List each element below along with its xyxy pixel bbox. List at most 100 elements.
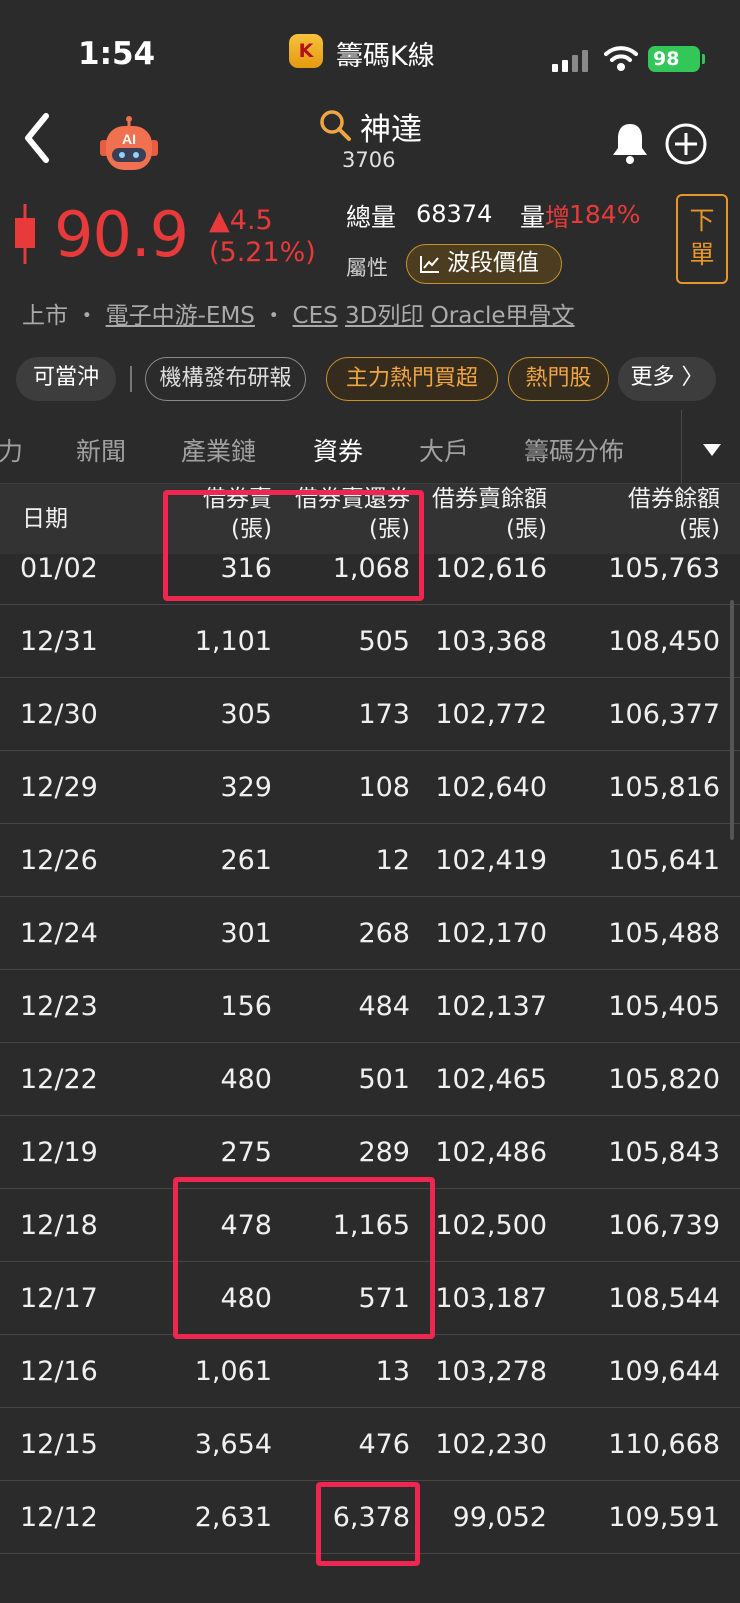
table-row[interactable]: 12/23 156 484 102,137 105,405 [0, 970, 740, 1043]
price-change: ▲4.5 (5.21%) [209, 205, 316, 269]
chip-main-force-buy[interactable]: 主力熱門買超 [326, 357, 498, 401]
volume-inc-word: 增 [545, 203, 571, 232]
cell-borrow-return: 501 [358, 1064, 410, 1095]
attribute-label: 屬性 [346, 256, 388, 280]
cell-borrow-sell: 2,631 [194, 1502, 272, 1533]
cell-borrow-sell: 261 [220, 845, 272, 876]
chip-divider [130, 366, 132, 392]
tab-big-holders[interactable]: 大戶 [419, 432, 469, 468]
tag-industry[interactable]: 電子中游-EMS [106, 303, 255, 329]
table-row[interactable]: 12/12 2,631 6,378 99,052 109,591 [0, 1481, 740, 1554]
cell-borrow-sell-balance: 102,486 [435, 1137, 547, 1168]
status-bar: 1:54 K 籌碼K線 98 [0, 0, 740, 100]
cell-borrow-sell: 478 [220, 1210, 272, 1241]
add-circle-icon[interactable] [664, 122, 708, 166]
chip-day-trade[interactable]: 可當沖 [16, 357, 116, 401]
cell-borrow-sell-balance: 103,278 [435, 1356, 547, 1387]
table-row[interactable]: 12/29 329 108 102,640 105,816 [0, 751, 740, 824]
cell-borrow-sell-balance: 102,230 [435, 1429, 547, 1460]
ai-label: AI [122, 131, 136, 147]
table-row[interactable]: 12/24 301 268 102,170 105,488 [0, 897, 740, 970]
cell-borrow-return: 505 [358, 626, 410, 657]
tab-industry-chain[interactable]: 產業鏈 [181, 432, 256, 468]
stock-code: 3706 [342, 148, 396, 172]
tab-chip-distribution[interactable]: 籌碼分佈 [524, 432, 624, 468]
order-button-line2: 單 [689, 240, 715, 269]
cell-borrow-balance: 109,591 [608, 1502, 720, 1533]
cell-borrow-sell: 316 [220, 553, 272, 584]
chip-research-report[interactable]: 機構發布研報 [145, 357, 306, 401]
price-change-pct: (5.21%) [209, 237, 316, 268]
volume-label: 總量 [346, 203, 397, 232]
cell-borrow-return: 484 [358, 991, 410, 1022]
stock-name[interactable]: 神達 [360, 104, 422, 149]
app-name: 籌碼K線 [336, 41, 435, 72]
volume-increase-pct: 184% [569, 200, 641, 229]
tag-separator: ・ [75, 303, 99, 329]
tab-margin[interactable]: 資券 [313, 432, 363, 468]
cell-borrow-sell: 329 [220, 772, 272, 803]
order-button[interactable]: 下 單 [676, 194, 728, 284]
tag-oracle[interactable]: Oracle甲骨文 [431, 303, 575, 329]
header-borrow-return-label: 借券賣還券 [295, 486, 410, 512]
cell-borrow-balance: 105,816 [608, 772, 720, 803]
scrollbar[interactable] [730, 600, 734, 840]
back-chevron-icon[interactable] [14, 108, 64, 168]
tag-ces[interactable]: CES [293, 303, 338, 329]
search-icon[interactable] [318, 108, 352, 142]
table-row[interactable]: 12/18 478 1,165 102,500 106,739 [0, 1189, 740, 1262]
attribute-chip[interactable]: 波段價值 [406, 244, 562, 284]
table-row[interactable]: 01/02 316 1,068 102,616 105,763 [0, 532, 740, 605]
cell-borrow-sell-balance: 103,368 [435, 626, 547, 657]
cell-borrow-sell: 3,654 [194, 1429, 272, 1460]
table-row[interactable]: 12/22 480 501 102,465 105,820 [0, 1043, 740, 1116]
cell-borrow-sell: 156 [220, 991, 272, 1022]
table-row[interactable]: 12/30 305 173 102,772 106,377 [0, 678, 740, 751]
cell-borrow-sell-balance: 102,465 [435, 1064, 547, 1095]
cell-borrow-balance: 108,544 [608, 1283, 720, 1314]
tag-3d-print[interactable]: 3D列印 [345, 303, 423, 329]
cell-borrow-return: 1,068 [332, 553, 410, 584]
cell-borrow-sell: 275 [220, 1137, 272, 1168]
tab-dropdown-icon[interactable] [703, 444, 721, 456]
table-row[interactable]: 12/19 275 289 102,486 105,843 [0, 1116, 740, 1189]
cell-borrow-sell: 1,061 [194, 1356, 272, 1387]
volume-inc-prefix: 量 [520, 203, 546, 232]
chip-more[interactable]: 更多 〉 [618, 357, 716, 401]
table-row[interactable]: 12/31 1,101 505 103,368 108,450 [0, 605, 740, 678]
stock-tags: 上市 ・ 電子中游-EMS ・ CES 3D列印 Oracle甲骨文 [22, 296, 575, 330]
cell-borrow-return: 1,165 [332, 1210, 410, 1241]
bell-icon[interactable] [610, 120, 650, 164]
cell-borrow-return: 13 [375, 1356, 410, 1387]
tab-news[interactable]: 新聞 [76, 432, 126, 468]
cell-borrow-sell: 301 [220, 918, 272, 949]
table-row[interactable]: 12/26 261 12 102,419 105,641 [0, 824, 740, 897]
cell-borrow-sell-balance: 102,640 [435, 772, 547, 803]
tab-force[interactable]: 力 [0, 432, 23, 468]
tag-separator: ・ [262, 303, 286, 329]
cell-borrow-sell-balance: 102,500 [435, 1210, 547, 1241]
cell-borrow-sell-balance: 102,137 [435, 991, 547, 1022]
header-borrow-sell-balance-label: 借券賣餘額 [432, 486, 547, 512]
trend-line-icon [420, 256, 439, 273]
price-change-value: ▲4.5 [209, 205, 273, 236]
cell-borrow-sell-balance: 99,052 [452, 1502, 547, 1533]
cell-borrow-balance: 108,450 [608, 626, 720, 657]
attribute-chip-label: 波段價值 [447, 250, 539, 276]
cell-borrow-sell-balance: 102,772 [435, 699, 547, 730]
ai-robot-icon[interactable]: AI [96, 116, 162, 174]
cell-borrow-sell-balance: 103,187 [435, 1283, 547, 1314]
cell-borrow-sell-balance: 102,170 [435, 918, 547, 949]
cell-borrow-sell-balance: 102,616 [435, 553, 547, 584]
table-row[interactable]: 12/17 480 571 103,187 108,544 [0, 1262, 740, 1335]
cell-borrow-balance: 106,377 [608, 699, 720, 730]
chip-hot-stock[interactable]: 熱門股 [508, 357, 609, 401]
cell-borrow-return: 268 [358, 918, 410, 949]
table-row[interactable]: 12/16 1,061 13 103,278 109,644 [0, 1335, 740, 1408]
app-logo-icon: K [289, 34, 323, 68]
cell-borrow-balance: 105,405 [608, 991, 720, 1022]
cell-borrow-return: 476 [358, 1429, 410, 1460]
tab-bar: 力 新聞 產業鏈 資券 大戶 籌碼分佈 [0, 410, 740, 484]
cell-borrow-sell: 305 [220, 699, 272, 730]
table-row[interactable]: 12/15 3,654 476 102,230 110,668 [0, 1408, 740, 1481]
